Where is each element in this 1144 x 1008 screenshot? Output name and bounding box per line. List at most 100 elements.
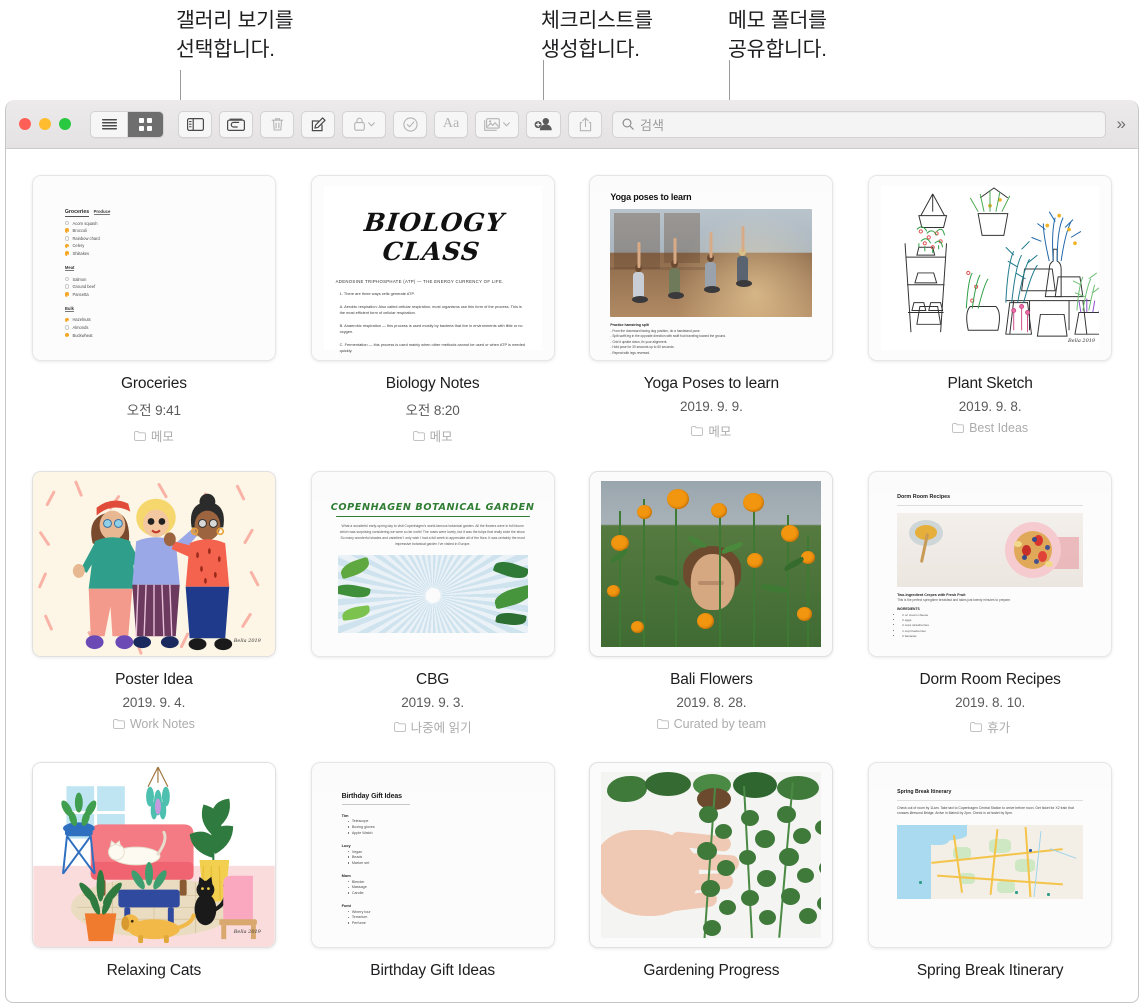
signature: Bella 2019 bbox=[234, 638, 261, 644]
checkbox[interactable] bbox=[65, 244, 70, 249]
cbg-photo bbox=[338, 555, 528, 633]
toolbar: Aa bbox=[6, 100, 1138, 149]
map-pin bbox=[1047, 893, 1050, 896]
checkbox[interactable] bbox=[65, 318, 70, 323]
note-date: 2019. 9. 4. bbox=[123, 695, 186, 710]
dorm-title: Dorm Room Recipes bbox=[897, 494, 1111, 500]
note-thumbnail[interactable]: Bella 2019 bbox=[32, 762, 276, 948]
checkbox[interactable] bbox=[65, 277, 70, 282]
note-card-itinerary[interactable]: Spring Break Itinerary Check out of room… bbox=[860, 762, 1120, 980]
note-card-bali-flowers[interactable]: Bali Flowers 2019. 8. 28. Curated by tea… bbox=[582, 471, 842, 736]
note-date: 2019. 8. 28. bbox=[676, 695, 746, 710]
delete-note-button[interactable] bbox=[260, 111, 294, 138]
birthday-item: Beads bbox=[348, 855, 554, 859]
checklist-button[interactable] bbox=[393, 111, 427, 138]
note-folder-label: Best Ideas bbox=[969, 421, 1028, 435]
attachments-browser-button[interactable] bbox=[219, 111, 253, 138]
add-people-button[interactable] bbox=[526, 111, 561, 138]
signature: Bella 2019 bbox=[234, 929, 261, 935]
note-card-dorm-recipes[interactable]: Dorm Room Recipes bbox=[860, 471, 1120, 736]
note-title: Bali Flowers bbox=[670, 671, 753, 689]
note-title: Plant Sketch bbox=[948, 375, 1033, 393]
divider bbox=[342, 804, 410, 805]
bali-photo bbox=[601, 481, 821, 647]
sidebar-icon bbox=[187, 118, 204, 131]
format-text-button[interactable]: Aa bbox=[434, 111, 468, 138]
toolbar-overflow-button[interactable]: » bbox=[1117, 114, 1127, 134]
note-thumbnail[interactable]: BIOLOGY CLASS ADENOSINE TRIPHOSPHATE (AT… bbox=[311, 175, 555, 361]
birthday-section-label: Tim bbox=[342, 813, 554, 818]
note-thumbnail[interactable]: Birthday Gift Ideas Tim Telescope Boxing… bbox=[311, 762, 555, 948]
checkbox[interactable] bbox=[65, 284, 70, 289]
search-field[interactable]: 검색 bbox=[612, 111, 1106, 138]
note-thumbnail[interactable]: Yoga poses to learn Practice hamstring s… bbox=[589, 175, 833, 361]
note-thumbnail[interactable]: Bella 2019 bbox=[32, 471, 276, 657]
note-folder: Work Notes bbox=[113, 717, 195, 731]
close-button[interactable] bbox=[19, 118, 31, 130]
note-title: Relaxing Cats bbox=[107, 962, 202, 980]
yoga-title: Yoga poses to learn bbox=[610, 192, 832, 202]
note-card-relaxing-cats[interactable]: Bella 2019 Relaxing Cats bbox=[24, 762, 284, 980]
zoom-button[interactable] bbox=[59, 118, 71, 130]
note-card-biology[interactable]: BIOLOGY CLASS ADENOSINE TRIPHOSPHATE (AT… bbox=[303, 175, 563, 445]
checkbox[interactable] bbox=[65, 236, 70, 241]
note-folder: 메모 bbox=[413, 426, 453, 445]
note-card-birthday-gifts[interactable]: Birthday Gift Ideas Tim Telescope Boxing… bbox=[303, 762, 563, 980]
yoga-body-heading: Practice hamstring split bbox=[610, 323, 812, 327]
divider bbox=[897, 505, 1083, 506]
trash-icon bbox=[271, 117, 284, 132]
note-date: 2019. 9. 3. bbox=[401, 695, 464, 710]
notes-window: Aa bbox=[5, 100, 1139, 1003]
itinerary-map bbox=[897, 825, 1083, 899]
cbg-title: COPENHAGEN BOTANICAL GARDEN bbox=[312, 502, 554, 513]
share-button[interactable] bbox=[568, 111, 602, 138]
birthday-title: Birthday Gift Ideas bbox=[342, 793, 554, 800]
compose-note-button[interactable] bbox=[301, 111, 335, 138]
sidebar-toggle-button[interactable] bbox=[178, 111, 212, 138]
birthday-item: Blender bbox=[348, 880, 554, 884]
insert-media-button[interactable] bbox=[475, 111, 519, 138]
note-card-yoga[interactable]: Yoga poses to learn Practice hamstring s… bbox=[582, 175, 842, 445]
gallery-view-button[interactable] bbox=[127, 112, 163, 137]
note-folder-label: Work Notes bbox=[130, 717, 195, 731]
note-thumbnail[interactable] bbox=[589, 471, 833, 657]
note-thumbnail[interactable]: Spring Break Itinerary Check out of room… bbox=[868, 762, 1112, 948]
lock-note-button[interactable] bbox=[342, 111, 386, 138]
birthday-item: Candle bbox=[348, 891, 554, 895]
grocery-item: Rainbow chard bbox=[65, 236, 275, 241]
checkbox[interactable] bbox=[65, 333, 70, 338]
birthday-item: Vegan bbox=[348, 850, 554, 854]
note-folder-label: Curated by team bbox=[674, 717, 766, 731]
note-card-plant-sketch[interactable]: Bella 2019 Plant Sketch 2019. 9. 8. Best… bbox=[860, 175, 1120, 445]
checkbox[interactable] bbox=[65, 228, 70, 233]
checkbox[interactable] bbox=[65, 251, 70, 256]
note-thumbnail[interactable] bbox=[589, 762, 833, 948]
plant-drawing bbox=[881, 186, 1099, 350]
note-card-gardening[interactable]: Gardening Progress bbox=[582, 762, 842, 980]
folder-icon bbox=[413, 431, 425, 441]
divider bbox=[897, 800, 1083, 801]
dorm-ingredient: 2 eggs bbox=[902, 618, 1083, 622]
minimize-button[interactable] bbox=[39, 118, 51, 130]
signature: Bella 2019 bbox=[1068, 338, 1095, 344]
share-icon bbox=[579, 117, 592, 132]
note-card-poster-idea[interactable]: Bella 2019 Poster Idea 2019. 9. 4. Work … bbox=[24, 471, 284, 736]
checkbox[interactable] bbox=[65, 325, 70, 330]
note-card-cbg[interactable]: COPENHAGEN BOTANICAL GARDEN What a wonde… bbox=[303, 471, 563, 736]
note-card-groceries[interactable]: Groceries Produce Acorn squash Broccoli … bbox=[24, 175, 284, 445]
note-thumbnail[interactable]: Bella 2019 bbox=[868, 175, 1112, 361]
search-input[interactable]: 검색 bbox=[640, 115, 664, 134]
biology-line: 1. There are three ways cells generate A… bbox=[340, 291, 526, 297]
note-thumbnail[interactable]: Dorm Room Recipes bbox=[868, 471, 1112, 657]
view-mode-segmented-control[interactable] bbox=[90, 111, 164, 138]
folder-icon bbox=[113, 719, 125, 729]
list-view-button[interactable] bbox=[91, 112, 127, 137]
callout-layer: 갤러리 보기를 선택합니다. 체크리스트를 생성합니다. 메모 폴더를 공유합니… bbox=[0, 0, 1144, 108]
yoga-body-line: - Hold pose for 30 seconds up to 60 seco… bbox=[610, 345, 812, 349]
folder-icon bbox=[970, 722, 982, 732]
note-thumbnail[interactable]: COPENHAGEN BOTANICAL GARDEN What a wonde… bbox=[311, 471, 555, 657]
note-folder: Curated by team bbox=[657, 717, 766, 731]
note-thumbnail[interactable]: Groceries Produce Acorn squash Broccoli … bbox=[32, 175, 276, 361]
checkbox[interactable] bbox=[65, 221, 70, 226]
checkbox[interactable] bbox=[65, 292, 70, 297]
